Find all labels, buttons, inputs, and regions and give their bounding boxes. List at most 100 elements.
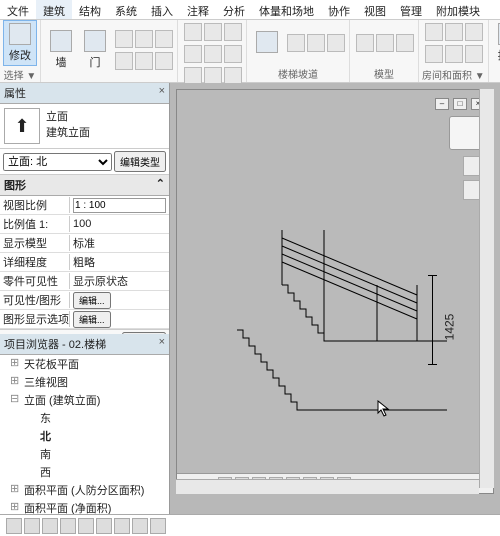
menu-管理[interactable]: 管理 (393, 0, 429, 19)
prop-value[interactable]: 100 (70, 218, 169, 230)
ribbon-small-btn[interactable] (327, 34, 345, 52)
menu-建筑[interactable]: 建筑 (36, 0, 72, 19)
tree-item[interactable]: 南 (0, 445, 169, 463)
maximize-icon[interactable]: □ (453, 98, 467, 110)
ribbon-small-btn[interactable] (425, 23, 443, 41)
ribbon-墙[interactable]: 墙 (44, 28, 78, 72)
edit-type-button[interactable]: 编辑类型 (114, 151, 166, 172)
menu-注释[interactable]: 注释 (180, 0, 216, 19)
ribbon: 修改选择 ▼墙门构建楼梯坡道模型房间和面积 ▼按面竖井洞口基准设置工作平面 (0, 20, 500, 83)
vertical-scrollbar[interactable] (479, 89, 494, 488)
ribbon-small-btn[interactable] (445, 23, 463, 41)
menu-分析[interactable]: 分析 (216, 0, 252, 19)
sb-icon[interactable] (78, 518, 94, 534)
prop-label: 零件可见性 (0, 273, 70, 289)
ribbon-small-btn[interactable] (307, 34, 325, 52)
ribbon-btn[interactable] (250, 29, 284, 57)
ribbon-small-btn[interactable] (155, 52, 173, 70)
sb-icon[interactable] (114, 518, 130, 534)
sb-icon[interactable] (6, 518, 22, 534)
menu-系统[interactable]: 系统 (108, 0, 144, 19)
prop-value[interactable] (70, 198, 169, 213)
tree-item[interactable]: 三维视图 (0, 373, 169, 391)
tree-item[interactable]: 天花板平面 (0, 355, 169, 373)
minimize-icon[interactable]: – (435, 98, 449, 110)
ribbon-small-btn[interactable] (184, 23, 202, 41)
horizontal-scrollbar[interactable] (176, 479, 479, 494)
ribbon-small-btn[interactable] (445, 45, 463, 63)
ribbon-门[interactable]: 门 (78, 28, 112, 72)
ribbon-group-label: 洞口 (492, 65, 500, 82)
grid-section: 图形 (4, 177, 26, 193)
expand-icon[interactable]: ⌃ (156, 177, 165, 193)
prop-label: 显示模型 (0, 235, 70, 251)
ribbon-small-btn[interactable] (135, 52, 153, 70)
ribbon-按面[interactable]: 按面 (492, 21, 500, 65)
ribbon-修改[interactable]: 修改 (3, 20, 37, 66)
status-bar (0, 514, 500, 536)
properties-title: 属性 (4, 85, 26, 101)
sb-icon[interactable] (24, 518, 40, 534)
ribbon-small-btn[interactable] (224, 45, 242, 63)
ribbon-small-btn[interactable] (396, 34, 414, 52)
ribbon-group-label: 选择 ▼ (3, 66, 37, 83)
sb-icon[interactable] (96, 518, 112, 534)
prop-row: 零件可见性显示原状态 (0, 272, 169, 291)
drawing-canvas[interactable]: – □ × (176, 89, 494, 494)
properties-header: 属性 × (0, 83, 169, 104)
ribbon-small-btn[interactable] (376, 34, 394, 52)
view-cube[interactable] (449, 116, 483, 150)
tree-item[interactable]: 西 (0, 463, 169, 481)
sb-filter-icon[interactable] (150, 518, 166, 534)
ribbon-small-btn[interactable] (204, 23, 222, 41)
prop-value[interactable]: 标准 (70, 235, 169, 251)
browser-header: 项目浏览器 - 02.楼梯 × (0, 334, 169, 355)
tree-item[interactable]: 东 (0, 409, 169, 427)
left-panel: 属性 × ⬆ 立面 建筑立面 立面: 北 编辑类型 图形 ⌃ 视图比例比例值 1… (0, 83, 170, 514)
property-grid: 图形 ⌃ 视图比例比例值 1:100显示模型标准详细程度粗略零件可见性显示原状态… (0, 175, 169, 334)
dimension-line (432, 275, 433, 365)
type-selector[interactable]: ⬆ 立面 建筑立面 (0, 104, 169, 149)
ribbon-small-btn[interactable] (155, 30, 173, 48)
menu-协作[interactable]: 协作 (321, 0, 357, 19)
ribbon-small-btn[interactable] (224, 23, 242, 41)
ribbon-small-btn[interactable] (115, 30, 133, 48)
close-icon[interactable]: × (159, 85, 165, 101)
menu-结构[interactable]: 结构 (72, 0, 108, 19)
menu-bar: 文件建筑结构系统插入注释分析体量和场地协作视图管理附加模块 (0, 0, 500, 20)
instance-selector[interactable]: 立面: 北 (3, 153, 112, 171)
menu-体量和场地[interactable]: 体量和场地 (252, 0, 321, 19)
sb-icon[interactable] (60, 518, 76, 534)
tree-item[interactable]: 北 (0, 427, 169, 445)
tree-item[interactable]: 面积平面 (人防分区面积) (0, 481, 169, 499)
menu-插入[interactable]: 插入 (144, 0, 180, 19)
ribbon-small-btn[interactable] (287, 34, 305, 52)
menu-视图[interactable]: 视图 (357, 0, 393, 19)
project-browser-tree[interactable]: 天花板平面三维视图立面 (建筑立面)东北南西面积平面 (人防分区面积)面积平面 … (0, 355, 169, 514)
ribbon-group-label (44, 80, 174, 82)
type-name: 立面 (46, 108, 90, 124)
menu-文件[interactable]: 文件 (0, 0, 36, 19)
ribbon-small-btn[interactable] (425, 45, 443, 63)
prop-value[interactable]: 编辑... (70, 292, 169, 309)
ribbon-small-btn[interactable] (184, 45, 202, 63)
sb-icon[interactable] (132, 518, 148, 534)
ribbon-small-btn[interactable] (204, 45, 222, 63)
sb-icon[interactable] (42, 518, 58, 534)
close-icon[interactable]: × (159, 336, 165, 352)
tree-item[interactable]: 立面 (建筑立面) (0, 391, 169, 409)
prop-row: 图形显示选项编辑... (0, 310, 169, 329)
menu-附加模块[interactable]: 附加模块 (429, 0, 487, 19)
ribbon-small-btn[interactable] (135, 30, 153, 48)
ribbon-small-btn[interactable] (465, 23, 483, 41)
prop-value[interactable]: 显示原状态 (70, 273, 169, 289)
ribbon-small-btn[interactable] (356, 34, 374, 52)
ribbon-small-btn[interactable] (465, 45, 483, 63)
ribbon-small-btn[interactable] (115, 52, 133, 70)
prop-value[interactable]: 粗略 (70, 254, 169, 270)
prop-value[interactable]: 编辑... (70, 311, 169, 328)
viewport[interactable]: – □ × (170, 83, 500, 514)
prop-row: 显示模型标准 (0, 234, 169, 253)
ribbon-group-label: 模型 (353, 65, 415, 82)
tree-item[interactable]: 面积平面 (净面积) (0, 499, 169, 514)
